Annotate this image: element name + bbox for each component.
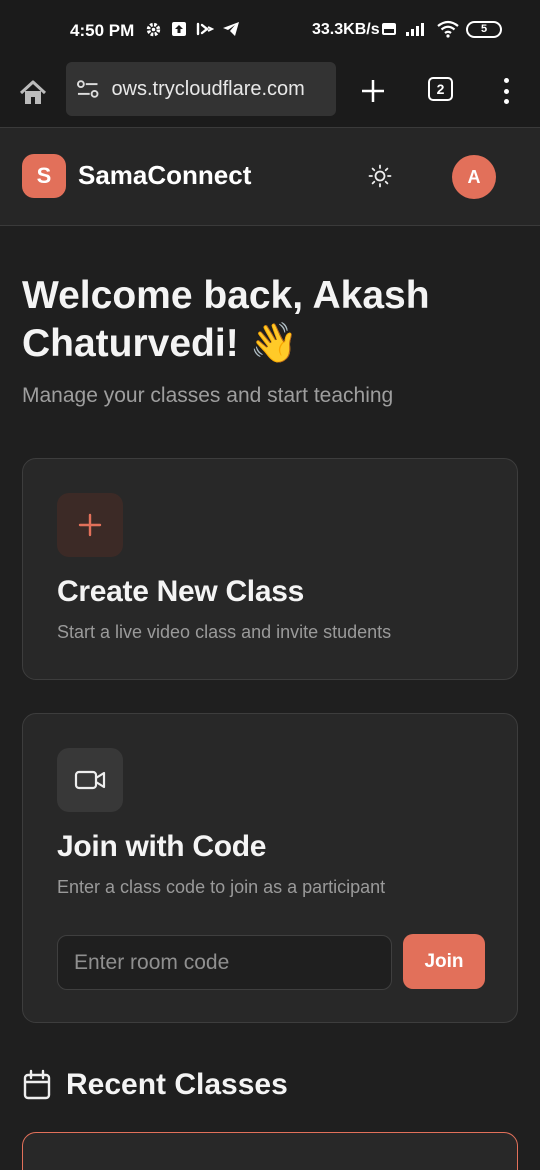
create-class-card[interactable]: Create New Class Start a live video clas… xyxy=(22,458,518,680)
volte-icon xyxy=(380,20,398,38)
brand-name[interactable]: SamaConnect xyxy=(78,160,251,191)
battery-icon: 5 xyxy=(466,20,502,38)
video-camera-icon xyxy=(74,770,106,790)
wifi-icon xyxy=(436,20,460,38)
settings-icon xyxy=(144,20,162,38)
recent-classes-header: Recent Classes xyxy=(22,1068,288,1102)
theme-toggle-button[interactable] xyxy=(366,162,394,190)
room-code-input[interactable] xyxy=(57,935,392,990)
address-bar[interactable]: ows.trycloudflare.com xyxy=(66,62,336,116)
browser-menu-button[interactable] xyxy=(494,76,518,106)
join-class-title: Join with Code xyxy=(57,830,267,863)
recent-class-card[interactable] xyxy=(22,1132,518,1170)
new-tab-button[interactable] xyxy=(356,74,390,108)
url-text: ows.trycloudflare.com xyxy=(111,77,305,100)
plus-icon xyxy=(78,513,102,537)
telegram-icon xyxy=(222,20,240,38)
browser-toolbar: ows.trycloudflare.com 2 xyxy=(0,62,540,128)
status-bar: 4:50 PM 33.3KB/s 5 xyxy=(0,0,540,62)
plus-icon xyxy=(362,80,384,102)
app-notification-icon xyxy=(196,20,214,38)
welcome-subtitle: Manage your classes and start teaching xyxy=(22,384,394,407)
join-class-icon-box xyxy=(57,748,123,812)
app-header: S SamaConnect A xyxy=(0,128,540,226)
menu-dot xyxy=(503,88,509,94)
tab-switcher-button[interactable]: 2 xyxy=(428,77,453,101)
network-speed: 33.3KB/s xyxy=(312,21,380,38)
recent-classes-title: Recent Classes xyxy=(66,1068,288,1101)
signal-icon xyxy=(404,20,430,38)
menu-dot xyxy=(503,78,509,83)
join-class-description: Enter a class code to join as a particip… xyxy=(57,877,386,897)
upload-icon xyxy=(170,20,188,38)
user-avatar[interactable]: A xyxy=(452,155,496,199)
create-class-title: Create New Class xyxy=(57,575,304,608)
home-button[interactable] xyxy=(16,76,50,110)
app-logo[interactable]: S xyxy=(22,154,66,198)
status-time: 4:50 PM xyxy=(70,21,135,40)
sun-icon xyxy=(368,164,392,188)
create-class-icon-box xyxy=(57,493,123,557)
site-settings-icon[interactable] xyxy=(76,78,99,100)
home-icon xyxy=(19,80,47,104)
calendar-icon xyxy=(23,1069,51,1100)
menu-dot xyxy=(503,99,509,104)
create-class-description: Start a live video class and invite stud… xyxy=(57,622,392,642)
join-class-card: Join with Code Enter a class code to joi… xyxy=(22,713,518,1023)
join-button[interactable]: Join xyxy=(403,934,485,989)
welcome-heading: Welcome back, Akash Chaturvedi! 👋 xyxy=(22,274,430,365)
